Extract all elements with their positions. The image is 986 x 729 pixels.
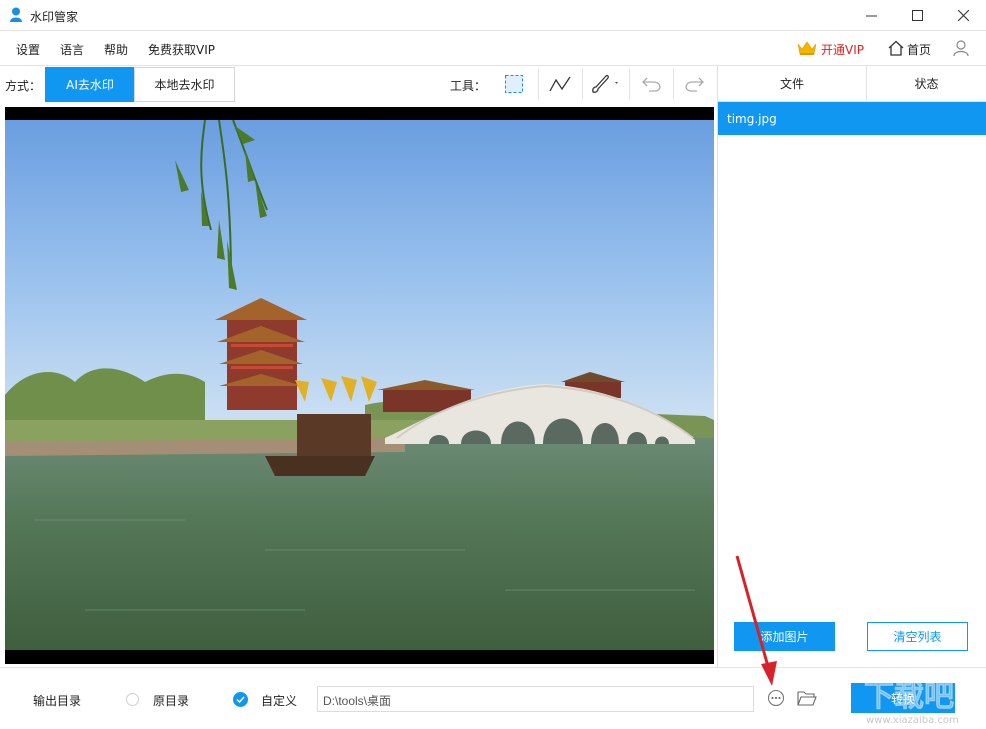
- tab-ai-remove[interactable]: AI去水印: [45, 67, 135, 102]
- radio-original-dir[interactable]: [126, 693, 139, 706]
- open-vip-link[interactable]: 开通VIP: [821, 41, 864, 58]
- add-image-button[interactable]: 添加图片: [734, 622, 835, 651]
- radio-custom-label[interactable]: 自定义: [261, 692, 297, 709]
- maximize-icon: [911, 10, 923, 21]
- user-icon[interactable]: [952, 39, 970, 57]
- menu-free-vip[interactable]: 免费获取VIP: [148, 41, 215, 58]
- close-icon: [957, 10, 969, 21]
- brush-icon: [592, 75, 618, 93]
- tab-local-remove[interactable]: 本地去水印: [134, 67, 235, 102]
- home-link[interactable]: 首页: [907, 41, 931, 58]
- undo-icon: [642, 77, 661, 92]
- rect-select-button[interactable]: [496, 67, 532, 101]
- menu-settings[interactable]: 设置: [16, 41, 40, 58]
- file-list-item[interactable]: timg.jpg: [718, 102, 986, 135]
- more-options-icon[interactable]: [767, 689, 785, 707]
- brush-button[interactable]: [585, 67, 625, 101]
- image-canvas[interactable]: [5, 107, 714, 664]
- menu-language[interactable]: 语言: [60, 41, 84, 58]
- mode-label: 方式：: [5, 79, 42, 93]
- tool-divider: [582, 68, 583, 100]
- minimize-icon: [865, 15, 877, 17]
- window-title: 水印管家: [30, 10, 79, 24]
- rect-select-icon: [505, 75, 523, 93]
- mode-toolbar: 方式： AI去水印 本地去水印 工具：: [0, 66, 716, 102]
- menu-help[interactable]: 帮助: [104, 41, 128, 58]
- tool-divider: [673, 68, 674, 100]
- convert-button[interactable]: 转换: [851, 683, 955, 713]
- crown-icon[interactable]: [797, 40, 817, 56]
- output-bar: 输出目录 原目录 自定义 D:\tools\桌面 转换: [0, 667, 986, 729]
- redo-button[interactable]: [677, 67, 713, 101]
- polyline-button[interactable]: [542, 67, 578, 101]
- app-logo-icon: [10, 7, 22, 22]
- title-bar: 水印管家: [0, 0, 986, 31]
- menu-bar: 设置 语言 帮助 免费获取VIP 开通VIP 首页: [0, 32, 986, 66]
- file-name: timg.jpg: [727, 112, 777, 126]
- tool-divider: [629, 68, 630, 100]
- polyline-icon: [549, 76, 571, 92]
- column-header-status: 状态: [866, 66, 986, 102]
- tools-label: 工具：: [450, 79, 487, 93]
- home-icon[interactable]: [887, 40, 905, 56]
- file-list-panel: 文件 状态 timg.jpg 添加图片 清空列表: [717, 66, 986, 667]
- close-button[interactable]: [940, 0, 986, 31]
- radio-custom-dir[interactable]: [233, 692, 248, 707]
- column-header-file: 文件: [718, 66, 866, 102]
- check-icon: [236, 696, 245, 703]
- tool-divider: [538, 68, 539, 100]
- output-dir-label: 输出目录: [33, 694, 82, 708]
- maximize-button[interactable]: [894, 0, 940, 31]
- radio-original-label[interactable]: 原目录: [153, 692, 189, 709]
- output-path-field[interactable]: D:\tools\桌面: [317, 686, 754, 712]
- redo-icon: [685, 77, 704, 92]
- minimize-button[interactable]: [848, 0, 894, 31]
- clear-list-button[interactable]: 清空列表: [867, 622, 968, 651]
- undo-button[interactable]: [633, 67, 669, 101]
- preview-image: [5, 120, 714, 650]
- folder-icon[interactable]: [797, 689, 817, 707]
